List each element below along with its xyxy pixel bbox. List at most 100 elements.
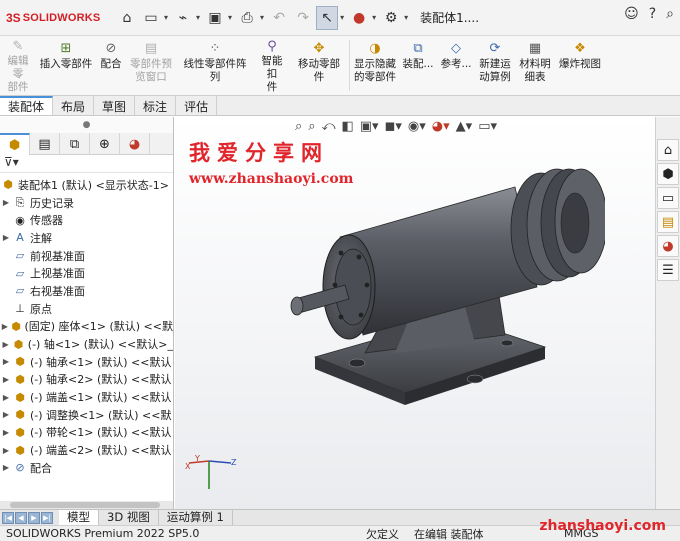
options-dropdown-icon[interactable]: ▾ [404, 13, 408, 22]
tab-motion-study[interactable]: 运动算例 1 [159, 509, 233, 526]
configuration-manager-icon[interactable]: ⧉ [60, 133, 90, 155]
zoom-fit-icon[interactable]: ⌕ [295, 119, 302, 134]
tree-item-mates[interactable]: ▶ ⊘ 配合 [0, 459, 173, 477]
tab-model[interactable]: 模型 [59, 509, 99, 526]
filter-icon[interactable]: ⊽▾ [0, 155, 173, 173]
hide-show-icon[interactable]: ◉▾ [408, 119, 426, 134]
appearance-icon[interactable]: ◕▾ [432, 119, 450, 134]
home-resources-icon[interactable]: ⌂ [657, 139, 679, 161]
search-icon[interactable]: ⌕ [666, 6, 674, 22]
tab-layout[interactable]: 布局 [53, 96, 95, 115]
tab-evaluate[interactable]: 评估 [176, 96, 218, 115]
tree-item-component[interactable]: ▶ ⬢ (-) 轴承<1> (默认) <<默认 [0, 353, 173, 371]
print-dropdown-icon[interactable]: ▾ [260, 13, 264, 22]
tree-item-component[interactable]: ▶ ⬢ (-) 端盖<1> (默认) <<默认 [0, 388, 173, 406]
insert-component-button[interactable]: ⊞ 插入零部件 [36, 36, 96, 95]
previous-view-icon[interactable]: ⤺ [322, 119, 336, 134]
file-explorer-icon[interactable]: ▭ [657, 187, 679, 209]
expand-arrow-icon[interactable]: ▶ [0, 357, 12, 366]
home-icon[interactable]: ⌂ [116, 6, 138, 30]
new-motion-study-button[interactable]: ⟳ 新建运 动算例 [475, 36, 515, 95]
panel-collapse-handle[interactable]: ● [0, 117, 173, 133]
redo-icon[interactable]: ↷ [292, 6, 314, 30]
motor-assembly-model[interactable] [245, 157, 605, 417]
expand-arrow-icon[interactable]: ▶ [0, 233, 12, 242]
select-pointer-icon[interactable]: ↖ [316, 5, 339, 30]
expand-arrow-icon[interactable]: ▶ [0, 428, 12, 437]
show-hidden-button[interactable]: ◑ 显示隐藏 的零部件 [351, 36, 399, 95]
edit-component-button[interactable]: ✎ 编辑零 部件 [0, 36, 36, 95]
expand-arrow-icon[interactable]: ▶ [0, 340, 11, 349]
help-icon[interactable]: ? [649, 6, 656, 22]
tree-item-component[interactable]: ▶ ⬢ (-) 调整换<1> (默认) <<默 [0, 406, 173, 424]
expand-arrow-icon[interactable]: ▶ [0, 463, 12, 472]
new-doc-icon[interactable]: ▭ [140, 6, 162, 30]
expand-arrow-icon[interactable]: ▶ [0, 446, 12, 455]
tree-item-component[interactable]: ▶ ⬢ (-) 轴<1> (默认) <<默认>_ [0, 335, 173, 353]
exploded-view-button[interactable]: ❖ 爆炸视图 [555, 36, 605, 95]
save-icon[interactable]: ▣ [204, 6, 226, 30]
open-icon[interactable]: ⌁ [172, 6, 194, 30]
linear-pattern-button[interactable]: ⁘ 线性零部件阵列 [176, 36, 254, 95]
traffic-light-icon[interactable]: ● [348, 6, 370, 30]
display-manager-icon[interactable]: ◕ [120, 133, 150, 155]
zoom-area-icon[interactable]: ⌕ [308, 119, 315, 134]
select-dropdown-icon[interactable]: ▾ [340, 13, 344, 22]
tab-assembly[interactable]: 装配体 [0, 96, 54, 115]
bom-button[interactable]: ▦ 材料明 细表 [515, 36, 555, 95]
tree-item-history[interactable]: ▶ ⎘ 历史记录 [0, 194, 173, 212]
custom-properties-icon[interactable]: ☰ [657, 259, 679, 281]
expand-arrow-icon[interactable]: ▶ [0, 410, 12, 419]
monitor-icon[interactable]: ▭▾ [478, 119, 497, 134]
new-doc-dropdown-icon[interactable]: ▾ [164, 13, 168, 22]
component-preview-button[interactable]: ▤ 零部件预 览窗口 [126, 36, 176, 95]
move-component-button[interactable]: ✥ 移动零部件 [290, 36, 348, 95]
prev-tab-icon[interactable]: ◀ [15, 511, 27, 524]
user-icon[interactable]: ☺ [624, 6, 639, 22]
design-library-icon[interactable]: ⬢ [657, 163, 679, 185]
last-tab-icon[interactable]: ▶| [41, 511, 53, 524]
options-gear-icon[interactable]: ⚙ [380, 6, 402, 30]
next-tab-icon[interactable]: ▶ [28, 511, 40, 524]
mate-button[interactable]: ⊘ 配合 [96, 36, 126, 95]
first-tab-icon[interactable]: |◀ [2, 511, 14, 524]
print-icon[interactable]: ⎙ [236, 6, 258, 30]
tab-3d-views[interactable]: 3D 视图 [99, 509, 159, 526]
appearances-icon[interactable]: ◕ [657, 235, 679, 257]
expand-arrow-icon[interactable]: ▶ [0, 393, 12, 402]
undo-icon[interactable]: ↶ [268, 6, 290, 30]
reference-geometry-button[interactable]: ◇ 参考... [437, 36, 475, 95]
scene-icon[interactable]: ▲▾ [456, 119, 473, 134]
save-dropdown-icon[interactable]: ▾ [228, 13, 232, 22]
tree-item-component[interactable]: ▶ ⬢ (固定) 座体<1> (默认) <<默 [0, 318, 173, 336]
rebuild-dropdown-icon[interactable]: ▾ [372, 13, 376, 22]
property-manager-icon[interactable]: ▤ [30, 133, 60, 155]
view-palette-icon[interactable]: ▤ [657, 211, 679, 233]
feature-manager-icon[interactable]: ⬢ [0, 133, 30, 155]
tree-item-sensors[interactable]: ◉ 传感器 [0, 211, 173, 229]
horizontal-scrollbar[interactable] [0, 501, 173, 509]
tree-item-right-plane[interactable]: ▱ 右视基准面 [0, 282, 173, 300]
view-orientation-icon[interactable]: ▣▾ [360, 119, 379, 134]
tree-item-annotations[interactable]: ▶ A 注解 [0, 229, 173, 247]
display-style-icon[interactable]: ◼▾ [385, 119, 402, 134]
tree-item-front-plane[interactable]: ▱ 前视基准面 [0, 247, 173, 265]
tree-item-component[interactable]: ▶ ⬢ (-) 轴承<2> (默认) <<默认 [0, 371, 173, 389]
tab-markup[interactable]: 标注 [135, 96, 177, 115]
expand-arrow-icon[interactable]: ▶ [0, 375, 12, 384]
tree-item-origin[interactable]: ⊥ 原点 [0, 300, 173, 318]
tree-item-component[interactable]: ▶ ⬢ (-) 端盖<2> (默认) <<默认 [0, 441, 173, 459]
expand-arrow-icon[interactable]: ▶ [0, 322, 10, 331]
graphics-viewport[interactable]: ⌕ ⌕ ⤺ ◧ ▣▾ ◼▾ ◉▾ ◕▾ ▲▾ ▭▾ 我爱分享网 www.zhan… [175, 117, 655, 509]
tree-item-top-plane[interactable]: ▱ 上视基准面 [0, 264, 173, 282]
scrollbar-thumb[interactable] [10, 502, 160, 508]
assembly-feature-button[interactable]: ⧉ 装配... [399, 36, 437, 95]
tree-item-component[interactable]: ▶ ⬢ (-) 带轮<1> (默认) <<默认 [0, 424, 173, 442]
expand-arrow-icon[interactable]: ▶ [0, 198, 12, 207]
tree-root-assembly[interactable]: ⬢ 装配体1 (默认) <显示状态-1> [0, 176, 173, 194]
section-view-icon[interactable]: ◧ [341, 119, 353, 134]
tab-sketch[interactable]: 草图 [94, 96, 136, 115]
open-dropdown-icon[interactable]: ▾ [196, 13, 200, 22]
smart-fastener-button[interactable]: ⚲ 智能扣 件 [254, 36, 290, 95]
dimxpert-icon[interactable]: ⊕ [90, 133, 120, 155]
